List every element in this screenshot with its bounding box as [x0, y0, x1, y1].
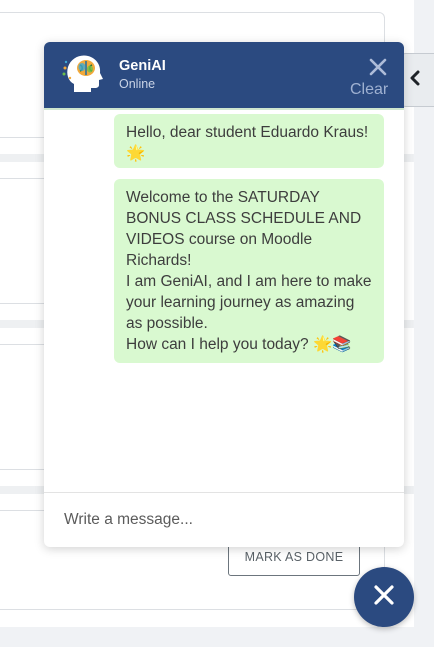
message-composer — [44, 492, 404, 547]
chat-window: GeniAI Online Clear Hello, dear student … — [44, 42, 404, 547]
brain-head-icon — [62, 52, 106, 98]
chevron-left-icon — [409, 70, 421, 91]
close-icon[interactable] — [366, 55, 390, 79]
chat-header: GeniAI Online Clear — [44, 42, 404, 108]
message-list: Hello, dear student Eduardo Kraus! 🌟 Wel… — [44, 110, 404, 492]
message-input[interactable] — [54, 501, 394, 539]
chat-toggle-button[interactable] — [354, 567, 414, 627]
bot-message: Hello, dear student Eduardo Kraus! 🌟 — [114, 114, 384, 168]
clear-chat-button[interactable]: Clear — [350, 81, 388, 99]
bot-name: GeniAI — [119, 58, 166, 74]
bot-status: Online — [119, 77, 156, 91]
bot-message: Welcome to the SATURDAY BONUS CLASS SCHE… — [114, 179, 384, 363]
bottom-gutter — [0, 627, 434, 647]
close-icon — [373, 584, 395, 611]
